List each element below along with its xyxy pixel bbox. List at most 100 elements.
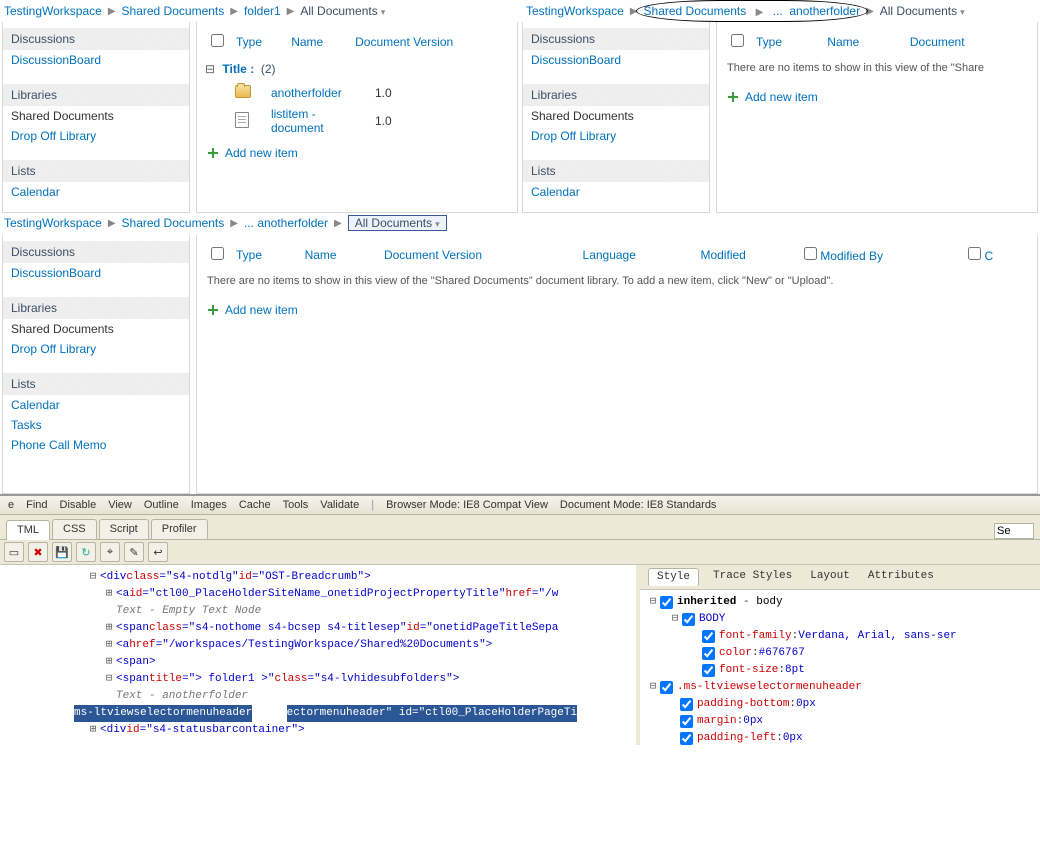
tab-css[interactable]: CSS (52, 519, 97, 539)
rule-toggle[interactable] (682, 613, 695, 626)
col-modby-checkbox[interactable] (804, 247, 817, 260)
tab-html[interactable]: TML (6, 520, 50, 540)
col-name[interactable]: Name (291, 35, 323, 49)
toolbar-edit-icon[interactable]: ✎ (124, 542, 144, 562)
bc-link-folder[interactable]: anotherfolder (257, 216, 328, 230)
tab-profiler[interactable]: Profiler (151, 519, 208, 539)
bc-link-lib[interactable]: Shared Documents (122, 4, 225, 18)
rule-toggle[interactable] (660, 681, 673, 694)
col-docver[interactable]: Document Version (384, 248, 482, 262)
dom-tree[interactable]: ⊟<div class="s4-notdlg" id="OST-Breadcru… (0, 565, 640, 745)
leftnav: Discussions DiscussionBoard Libraries Sh… (2, 22, 190, 213)
add-new-item[interactable]: Add new item (725, 82, 1029, 112)
toolbar-clear-icon[interactable]: ✖ (28, 542, 48, 562)
rule-toggle[interactable] (680, 732, 693, 745)
col-modifiedby[interactable]: Modified By (820, 249, 883, 263)
nav-head-discussions: Discussions (523, 28, 709, 50)
nav-head-libraries: Libraries (523, 84, 709, 106)
col-type[interactable]: Type (236, 35, 262, 49)
col-docver[interactable]: Document Version (355, 35, 453, 49)
bc-link-lib[interactable]: Shared Documents (644, 4, 747, 18)
rule-toggle[interactable] (660, 596, 673, 609)
bc-link-site[interactable]: TestingWorkspace (526, 4, 624, 18)
nav-head-libraries: Libraries (3, 84, 189, 106)
menu-item[interactable]: Images (191, 499, 227, 511)
select-all-checkbox[interactable] (211, 34, 224, 47)
nav-tasks[interactable]: Tasks (11, 418, 42, 432)
menu-item[interactable]: Tools (283, 499, 309, 511)
toolbar-refresh-icon[interactable]: ↻ (76, 542, 96, 562)
rule-toggle[interactable] (680, 698, 693, 711)
col-docver[interactable]: Document (910, 35, 965, 49)
bc-link-site[interactable]: TestingWorkspace (4, 216, 102, 230)
style-tab-style[interactable]: Style (648, 568, 699, 586)
col-name[interactable]: Name (305, 248, 337, 262)
nav-discussionboard[interactable]: DiscussionBoard (11, 266, 101, 280)
nav-shareddocs[interactable]: Shared Documents (3, 106, 189, 126)
item-name[interactable]: anotherfolder (271, 86, 342, 100)
devtools-search[interactable] (994, 523, 1034, 539)
nav-shareddocs[interactable]: Shared Documents (523, 106, 709, 126)
style-tab-layout[interactable]: Layout (806, 568, 854, 586)
add-new-item[interactable]: Add new item (205, 138, 509, 168)
menu-item[interactable]: Disable (60, 499, 97, 511)
menu-item[interactable]: e (8, 499, 14, 511)
bc-link-folder[interactable]: anotherfolder (789, 4, 860, 18)
group-header[interactable]: ⊟ Title : (2) (205, 58, 509, 82)
bc-link-site[interactable]: TestingWorkspace (4, 4, 102, 18)
rule-toggle[interactable] (702, 664, 715, 677)
add-new-item[interactable]: Add new item (205, 295, 1029, 325)
nav-shareddocs[interactable]: Shared Documents (3, 319, 189, 339)
toolbar-save-icon[interactable]: 💾 (52, 542, 72, 562)
col-c-checkbox[interactable] (968, 247, 981, 260)
bc-view-selector[interactable]: All Documents▾ (880, 4, 965, 18)
rule-toggle[interactable] (702, 647, 715, 660)
bc-link-folder[interactable]: folder1 (244, 4, 281, 18)
menu-item[interactable]: View (108, 499, 132, 511)
plus-icon (207, 304, 219, 316)
table-row[interactable]: anotherfolder 1.0 (205, 82, 509, 104)
nav-calendar[interactable]: Calendar (11, 185, 60, 199)
col-language[interactable]: Language (583, 248, 636, 262)
dom-selected-node[interactable]: ms-ltviewselectormenuheader ectormenuhea… (74, 705, 577, 722)
item-name[interactable]: listitem - document (271, 107, 324, 135)
bc-view-selector[interactable]: All Documents▾ (300, 4, 385, 18)
nav-dropoff[interactable]: Drop Off Library (11, 342, 96, 356)
bc-link-lib[interactable]: Shared Documents (122, 216, 225, 230)
tab-script[interactable]: Script (99, 519, 149, 539)
col-name[interactable]: Name (827, 35, 859, 49)
rule-toggle[interactable] (680, 715, 693, 728)
nav-dropoff[interactable]: Drop Off Library (531, 129, 616, 143)
menu-item[interactable]: Outline (144, 499, 179, 511)
toolbar-select-element-icon[interactable]: ▭ (4, 542, 24, 562)
toolbar-view-icon[interactable]: ⌖ (100, 542, 120, 562)
select-all-checkbox[interactable] (211, 247, 224, 260)
rule-toggle[interactable] (702, 630, 715, 643)
style-tab-attrs[interactable]: Attributes (864, 568, 938, 586)
col-type[interactable]: Type (236, 248, 262, 262)
document-icon (235, 112, 249, 128)
nav-discussionboard[interactable]: DiscussionBoard (11, 53, 101, 67)
style-tab-trace[interactable]: Trace Styles (709, 568, 796, 586)
col-modified[interactable]: Modified (700, 248, 745, 262)
browser-mode[interactable]: Browser Mode: IE8 Compat View (386, 499, 548, 511)
nav-calendar[interactable]: Calendar (11, 398, 60, 412)
nav-discussionboard[interactable]: DiscussionBoard (531, 53, 621, 67)
toolbar-word-wrap-icon[interactable]: ↩ (148, 542, 168, 562)
nav-dropoff[interactable]: Drop Off Library (11, 129, 96, 143)
select-all-checkbox[interactable] (731, 34, 744, 47)
item-version: 1.0 (369, 104, 509, 138)
bc-view-selector-boxed[interactable]: All Documents▾ (348, 215, 447, 231)
menu-item[interactable]: Find (26, 499, 47, 511)
table-row[interactable]: listitem - document 1.0 (205, 104, 509, 138)
breadcrumb-middle: TestingWorkspace ▶ Shared Documents ▶ ..… (4, 215, 1036, 231)
col-type[interactable]: Type (756, 35, 782, 49)
menu-item[interactable]: Validate (320, 499, 359, 511)
nav-calendar[interactable]: Calendar (531, 185, 580, 199)
menu-item[interactable]: Cache (239, 499, 271, 511)
item-version: 1.0 (369, 82, 509, 104)
document-mode[interactable]: Document Mode: IE8 Standards (560, 499, 717, 511)
nav-phonecall[interactable]: Phone Call Memo (11, 438, 106, 452)
col-c[interactable]: C (985, 249, 994, 263)
devtools-menu: e Find Disable View Outline Images Cache… (0, 496, 1040, 515)
